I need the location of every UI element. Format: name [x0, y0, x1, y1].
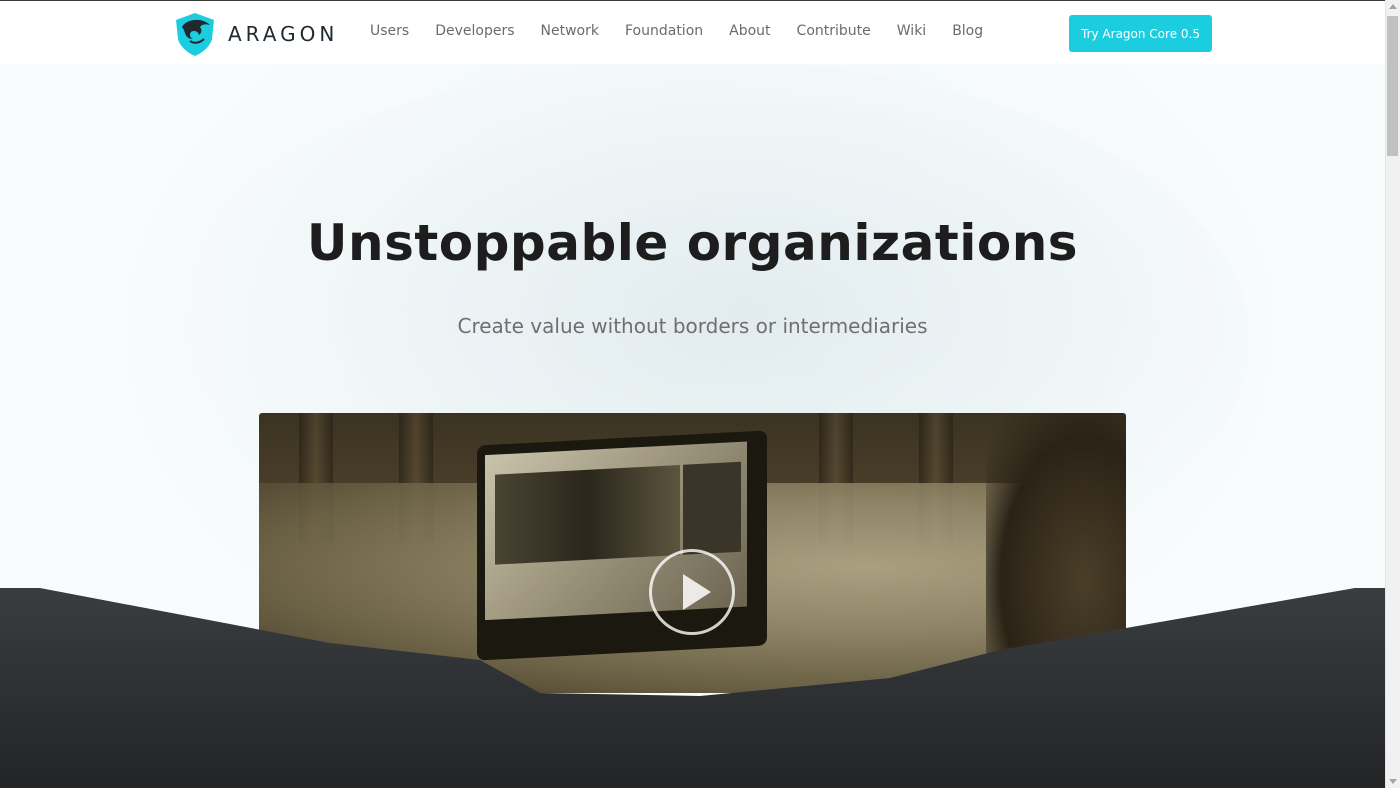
scroll-down-arrow-icon[interactable]: [1389, 779, 1397, 784]
aragon-logo[interactable]: ARAGON: [172, 11, 338, 57]
hero-subtitle: Create value without borders or intermed…: [457, 314, 928, 338]
try-aragon-core-button[interactable]: Try Aragon Core 0.5: [1069, 15, 1212, 52]
video-laptop-sidebar: [683, 461, 741, 555]
nav-item-contribute[interactable]: Contribute: [797, 23, 871, 39]
nav-item-wiki[interactable]: Wiki: [897, 23, 926, 39]
vertical-scrollbar[interactable]: [1385, 0, 1400, 788]
top-navigation-bar: ARAGON Users Developers Network Foundati…: [0, 0, 1385, 64]
main-nav: Users Developers Network Foundation Abou…: [357, 23, 996, 39]
nav-item-blog[interactable]: Blog: [952, 23, 983, 39]
video-laptop-content: [495, 464, 680, 565]
page: ARAGON Users Developers Network Foundati…: [0, 0, 1400, 788]
nav-item-foundation[interactable]: Foundation: [625, 23, 703, 39]
brand-name: ARAGON: [228, 22, 339, 46]
nav-item-about[interactable]: About: [729, 23, 770, 39]
nav-item-network[interactable]: Network: [541, 23, 599, 39]
nav-item-users[interactable]: Users: [370, 23, 409, 39]
dark-section-divider: [0, 588, 1385, 788]
hero-title: Unstoppable organizations: [306, 214, 1079, 272]
eagle-shield-icon: [176, 13, 214, 56]
nav-item-developers[interactable]: Developers: [435, 23, 514, 39]
scrollbar-thumb[interactable]: [1387, 16, 1398, 156]
scroll-up-arrow-icon[interactable]: [1389, 4, 1397, 9]
